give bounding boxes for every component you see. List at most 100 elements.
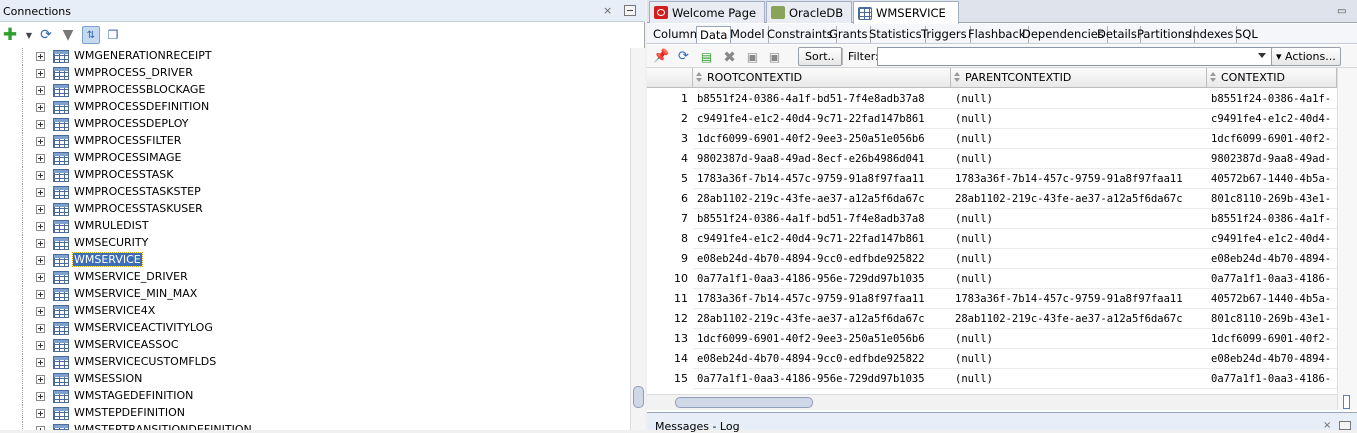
subtab-grants[interactable]: Grants — [826, 26, 872, 43]
column-header-contextid[interactable]: CONTEXTID — [1207, 68, 1337, 88]
table-cell[interactable]: b8551f24-0386-4a1f- — [1209, 209, 1337, 229]
table-row[interactable]: 4 9802387d-9aa8-49ad-8ecf-e26b4986d041 (nu… — [647, 149, 1337, 169]
table-row[interactable]: 10 0a77a1f1-0aa3-4186-956e-729dd97b1035 (n… — [647, 269, 1337, 289]
tree-item[interactable]: WMSERVICE — [0, 252, 630, 269]
tree-item[interactable]: WMRULEDIST — [0, 218, 630, 235]
table-cell[interactable]: 40572b67-1440-4b5a- — [1209, 289, 1337, 309]
table-row[interactable]: 5 1783a36f-7b14-457c-9759-91a8f97faa11 178… — [647, 169, 1337, 189]
delete-row-icon[interactable]: ✖ — [721, 48, 738, 66]
subtab-indexes[interactable]: Indexes — [1186, 26, 1238, 43]
tree-item[interactable]: WMGENERATIONRECEIPT — [0, 48, 630, 65]
table-cell[interactable]: 1783a36f-7b14-457c-9759-91a8f97faa11 — [695, 169, 951, 189]
table-cell[interactable]: e08eb24d-4b70-4894-9cc0-edfbde925822 — [695, 349, 951, 369]
expand-plus-icon[interactable] — [36, 154, 45, 163]
table-cell[interactable]: 1783a36f-7b14-457c-9759-91a8f97faa11 — [695, 289, 951, 309]
grid-vscroll-thumb[interactable] — [1343, 395, 1350, 409]
expand-plus-icon[interactable] — [36, 239, 45, 248]
tree-item[interactable]: WMSERVICE_MIN_MAX — [0, 286, 630, 303]
table-row[interactable]: 12 28ab1102-219c-43fe-ae37-a12a5f6da67c 28… — [647, 309, 1337, 329]
tab-welcome-page[interactable]: Welcome Page — [649, 1, 765, 23]
table-row[interactable]: 2 c9491fe4-e1c2-40d4-9c71-22fad147b861 (nu… — [647, 109, 1337, 129]
expand-plus-icon[interactable] — [36, 222, 45, 231]
table-cell[interactable]: (null) — [953, 349, 1207, 369]
tree-item[interactable]: WMSERVICE4X — [0, 303, 630, 320]
expand-plus-icon[interactable] — [36, 426, 45, 430]
table-cell[interactable]: 0a77a1f1-0aa3-4186-956e-729dd97b1035 — [695, 269, 951, 289]
subtab-model[interactable]: Model — [727, 26, 769, 43]
table-cell[interactable]: (null) — [953, 329, 1207, 349]
tree-item[interactable]: WMPROCESS_DRIVER — [0, 65, 630, 82]
subtab-triggers[interactable]: Triggers — [918, 26, 971, 43]
tree-item[interactable]: WMSERVICEASSOC — [0, 337, 630, 354]
minimize-icon[interactable] — [624, 5, 636, 16]
table-cell[interactable]: 1dcf6099-6901-40f2- — [1209, 129, 1337, 149]
table-cell[interactable]: 28ab1102-219c-43fe-ae37-a12a5f6da67c — [953, 189, 1207, 209]
tree-item[interactable]: WMSECURITY — [0, 235, 630, 252]
actions-button[interactable]: ▾ Actions... — [1271, 47, 1341, 66]
table-row[interactable]: 6 28ab1102-219c-43fe-ae37-a12a5f6da67c 28a… — [647, 189, 1337, 209]
table-cell[interactable]: 801c8110-269b-43e1- — [1209, 309, 1337, 329]
table-cell[interactable]: c9491fe4-e1c2-40d4-9c71-22fad147b861 — [695, 109, 951, 129]
tab-wmservice[interactable]: WMSERVICE — [853, 1, 959, 24]
table-cell[interactable]: 0a77a1f1-0aa3-4186- — [1209, 369, 1337, 389]
tree-item[interactable]: WMSTAGEDEFINITION — [0, 388, 630, 405]
grid-vertical-scrollbar[interactable] — [1337, 68, 1357, 410]
table-cell[interactable]: (null) — [953, 229, 1207, 249]
expand-plus-icon[interactable] — [36, 69, 45, 78]
table-cell[interactable]: 1dcf6099-6901-40f2-9ee3-250a51e056b6 — [695, 129, 951, 149]
expand-plus-icon[interactable] — [36, 256, 45, 265]
column-header-rootcontextid[interactable]: ROOTCONTEXTID — [693, 68, 951, 88]
table-row[interactable]: 9 e08eb24d-4b70-4894-9cc0-edfbde925822 (nu… — [647, 249, 1337, 269]
tree-item[interactable]: WMSERVICECUSTOMFLDS — [0, 354, 630, 371]
filter-input[interactable] — [877, 47, 1274, 66]
tree-item[interactable]: WMSTEPTRANSITIONDEFINITION — [0, 422, 630, 430]
table-cell[interactable]: 9802387d-9aa8-49ad-8ecf-e26b4986d041 — [695, 149, 951, 169]
commit-icon[interactable]: ▣ — [744, 48, 761, 65]
table-cell[interactable]: 1783a36f-7b14-457c-9759-91a8f97faa11 — [953, 169, 1207, 189]
table-cell[interactable]: 1dcf6099-6901-40f2-9ee3-250a51e056b6 — [695, 329, 951, 349]
table-cell[interactable]: (null) — [953, 89, 1207, 109]
tree-item[interactable]: WMPROCESSDEFINITION — [0, 99, 630, 116]
tree-item[interactable]: WMPROCESSDEPLOY — [0, 116, 630, 133]
expand-plus-icon[interactable] — [36, 409, 45, 418]
dropdown-arrow-icon[interactable]: ▼ — [20, 26, 38, 44]
table-cell[interactable]: e08eb24d-4b70-4894- — [1209, 249, 1337, 269]
table-cell[interactable]: b8551f24-0386-4a1f- — [1209, 89, 1337, 109]
tab-list-icon[interactable]: ▭ — [1337, 6, 1346, 17]
table-cell[interactable]: c9491fe4-e1c2-40d4- — [1209, 229, 1337, 249]
table-cell[interactable]: (null) — [953, 149, 1207, 169]
table-cell[interactable]: 40572b67-1440-4b5a- — [1209, 169, 1337, 189]
table-row[interactable]: 8 c9491fe4-e1c2-40d4-9c71-22fad147b861 (nu… — [647, 229, 1337, 249]
table-cell[interactable]: 0a77a1f1-0aa3-4186- — [1209, 269, 1337, 289]
expand-plus-icon[interactable] — [36, 358, 45, 367]
close-icon[interactable]: × — [603, 4, 612, 17]
expand-plus-icon[interactable] — [36, 120, 45, 129]
column-header-parentcontextid[interactable]: PARENTCONTEXTID — [951, 68, 1207, 88]
close-icon[interactable]: × — [1323, 420, 1331, 431]
table-cell[interactable]: 801c8110-269b-43e1- — [1209, 189, 1337, 209]
table-row[interactable]: 7 b8551f24-0386-4a1f-bd51-7f4e8adb37a8 (nu… — [647, 209, 1337, 229]
refresh-icon[interactable]: ⟳ — [37, 26, 55, 44]
tree-item[interactable]: WMSESSION — [0, 371, 630, 388]
minimize-icon[interactable] — [1339, 421, 1351, 430]
table-row[interactable]: 1 b8551f24-0386-4a1f-bd51-7f4e8adb37a8 (nu… — [647, 89, 1337, 109]
expand-plus-icon[interactable] — [36, 290, 45, 299]
grid-horizontal-scrollbar[interactable] — [647, 394, 1337, 410]
freeze-view-pin-icon[interactable]: 📌 — [653, 48, 670, 65]
tree-item[interactable]: WMSERVICEACTIVITYLOG — [0, 320, 630, 337]
table-cell[interactable]: e08eb24d-4b70-4894- — [1209, 349, 1337, 369]
table-cell[interactable]: 9802387d-9aa8-49ad- — [1209, 149, 1337, 169]
table-row[interactable]: 11 1783a36f-7b14-457c-9759-91a8f97faa11 17… — [647, 289, 1337, 309]
table-cell[interactable]: e08eb24d-4b70-4894-9cc0-edfbde925822 — [695, 249, 951, 269]
table-cell[interactable]: 28ab1102-219c-43fe-ae37-a12a5f6da67c — [953, 309, 1207, 329]
table-cell[interactable]: (null) — [953, 249, 1207, 269]
tree-item[interactable]: WMPROCESSTASKSTEP — [0, 184, 630, 201]
sort-button[interactable]: Sort.. — [798, 47, 842, 66]
expand-plus-icon[interactable] — [36, 103, 45, 112]
table-cell[interactable]: (null) — [953, 369, 1207, 389]
table-cell[interactable]: (null) — [953, 129, 1207, 149]
table-cell[interactable]: 0a77a1f1-0aa3-4186-956e-729dd97b1035 — [695, 369, 951, 389]
tree-item[interactable]: WMPROCESSIMAGE — [0, 150, 630, 167]
subtab-statistics[interactable]: Statistics — [866, 26, 926, 43]
table-cell[interactable]: 28ab1102-219c-43fe-ae37-a12a5f6da67c — [695, 309, 951, 329]
